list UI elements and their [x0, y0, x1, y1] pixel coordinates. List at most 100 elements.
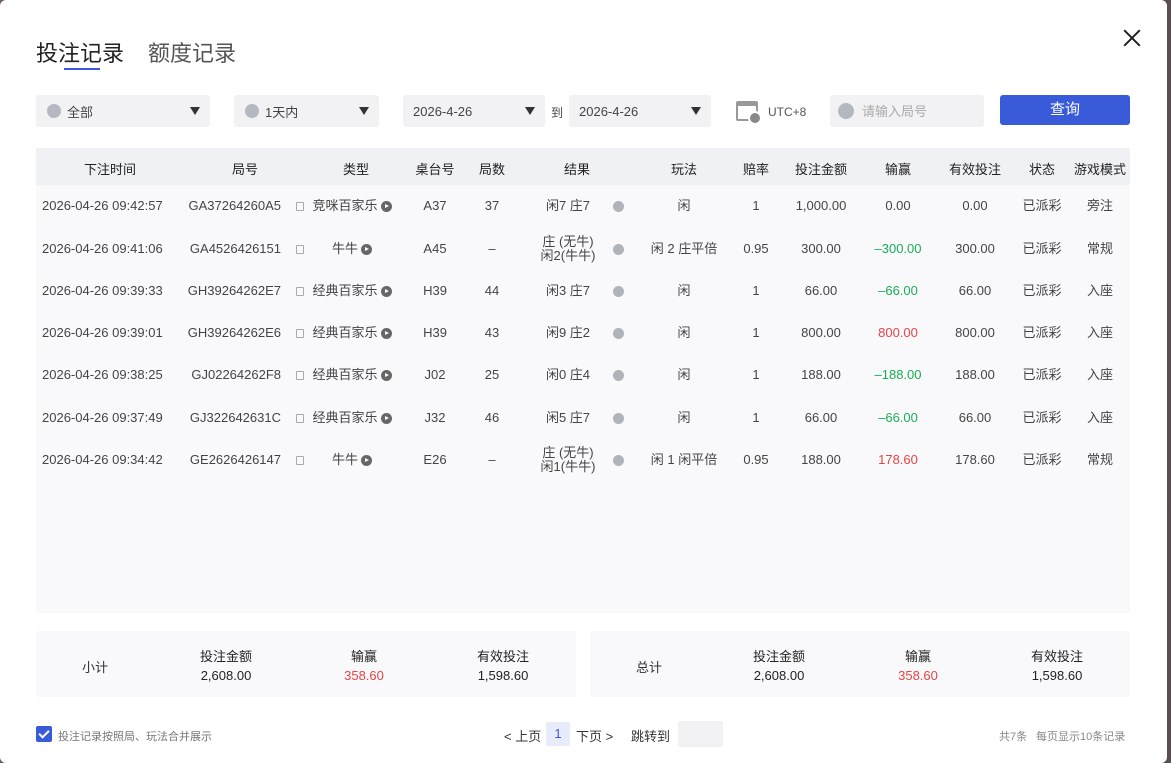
cell-play: 闲 2 庄平倍 [650, 241, 718, 256]
cell-result: 闲0 庄4 [545, 367, 591, 382]
table-row[interactable]: 2026-04-26 09:34:42 GE2626426147 牛牛 E26 – 庄 (… [36, 439, 1130, 481]
page-number-current[interactable]: 1 [546, 722, 570, 746]
info-icon[interactable] [613, 413, 624, 424]
per-page-info: 每页显示10条记录 [1036, 731, 1126, 743]
col-header-time: 下注时间 [83, 162, 137, 177]
cell-time: 2026-04-26 09:41:06 [42, 241, 163, 256]
caret-down-icon [359, 107, 369, 115]
cell-play: 闲 [677, 198, 691, 213]
copy-icon[interactable] [296, 371, 304, 380]
cell-bet: 800.00 [801, 325, 841, 340]
cell-count: 46 [484, 410, 500, 425]
query-button[interactable]: 查询 [1000, 95, 1130, 125]
cell-valid: 188.00 [955, 367, 995, 382]
cell-status: 已派彩 [1022, 241, 1062, 256]
cell-table: A37 [423, 198, 447, 213]
cell-type: 经典百家乐 [312, 325, 378, 340]
play-video-icon[interactable] [380, 328, 392, 339]
calendar-clock-icon[interactable] [736, 101, 762, 125]
subtotal-valid: 有效投注 1,598.60 [476, 649, 530, 683]
subtotal-bet: 投注金额 2,608.00 [199, 649, 253, 683]
cell-count: – [488, 452, 496, 467]
cell-win: –66.00 [878, 283, 918, 298]
cell-result: 闲7 庄7 [545, 198, 591, 213]
cell-count: 43 [484, 325, 500, 340]
total-valid: 有效投注 1,598.60 [1030, 649, 1084, 683]
cell-play: 闲 [677, 410, 691, 425]
play-video-icon[interactable] [361, 455, 372, 466]
cell-odds: 1 [752, 325, 760, 340]
cell-status: 已派彩 [1022, 198, 1062, 213]
cell-status: 已派彩 [1022, 283, 1062, 298]
close-icon[interactable] [1120, 26, 1144, 50]
cell-table: J32 [424, 410, 446, 425]
copy-icon[interactable] [296, 329, 304, 338]
play-video-icon[interactable] [361, 244, 372, 255]
col-header-win: 输赢 [884, 162, 912, 177]
spade-icon [47, 104, 61, 118]
copy-icon[interactable] [296, 287, 304, 296]
next-page-button[interactable]: 下页 > [576, 726, 613, 745]
merge-display-checkbox[interactable] [36, 726, 52, 742]
prev-page-button[interactable]: < 上页 [504, 726, 541, 745]
cell-win: 178.60 [878, 452, 918, 467]
cell-mode: 入座 [1086, 325, 1114, 340]
tab-bet-records[interactable]: 投注记录 [36, 36, 124, 70]
cell-time: 2026-04-26 09:39:33 [42, 283, 163, 298]
date-to-select[interactable]: 2026-4-26 [569, 95, 711, 127]
cell-bet: 66.00 [804, 410, 838, 425]
play-video-icon[interactable] [380, 370, 392, 381]
info-icon[interactable] [613, 455, 624, 466]
col-header-mode: 游戏模式 [1073, 162, 1127, 177]
play-video-icon[interactable] [380, 201, 392, 212]
cell-odds: 1 [752, 198, 760, 213]
info-icon[interactable] [613, 244, 624, 255]
copy-icon[interactable] [296, 202, 304, 211]
copy-icon[interactable] [296, 245, 304, 254]
table-row[interactable]: 2026-04-26 09:38:25 GJ02264262F8 经典百家乐 J02 2… [36, 354, 1130, 396]
cell-count: – [488, 241, 496, 256]
total-bet: 投注金额 2,608.00 [752, 649, 806, 683]
round-search-field[interactable] [830, 95, 984, 127]
cell-result: 闲5 庄7 [545, 410, 591, 425]
info-icon[interactable] [613, 370, 624, 381]
table-row[interactable]: 2026-04-26 09:39:33 GH39264262E7 经典百家乐 H39 4… [36, 270, 1130, 312]
cell-odds: 1 [752, 367, 760, 382]
date-range-separator: 到 [551, 106, 564, 120]
total-label: 总计 [636, 660, 663, 675]
cell-play: 闲 [677, 325, 691, 340]
info-icon[interactable] [613, 328, 624, 339]
copy-icon[interactable] [296, 414, 304, 423]
play-video-icon[interactable] [380, 286, 392, 297]
round-number-input[interactable] [862, 103, 972, 119]
table-row[interactable]: 2026-04-26 09:41:06 GA4526426151 牛牛 A45 – 庄 (… [36, 228, 1130, 270]
period-filter-select[interactable]: 1天内 [234, 95, 379, 127]
date-from-select[interactable]: 2026-4-26 [403, 95, 545, 127]
cell-time: 2026-04-26 09:38:25 [42, 367, 163, 382]
play-video-icon[interactable] [380, 413, 392, 424]
bet-records-table: 下注时间 局号 类型 桌台号 局数 结果 玩法 赔率 投注金额 输赢 有效投注 … [36, 148, 1130, 613]
table-row[interactable]: 2026-04-26 09:37:49 GJ322642631C 经典百家乐 J32 4… [36, 397, 1130, 439]
table-row[interactable]: 2026-04-26 09:42:57 GA37264260A5 竞咪百家乐 A37 3… [36, 185, 1130, 227]
game-filter-select[interactable]: 全部 [36, 95, 210, 127]
copy-icon[interactable] [296, 456, 304, 465]
tab-credit-records[interactable]: 额度记录 [148, 36, 236, 70]
info-icon[interactable] [613, 286, 624, 297]
cell-valid: 66.00 [958, 410, 992, 425]
cell-bet: 1,000.00 [795, 198, 847, 213]
col-header-valid: 有效投注 [948, 162, 1002, 177]
cell-mode: 常规 [1086, 452, 1114, 467]
table-row[interactable]: 2026-04-26 09:39:01 GH39264262E6 经典百家乐 H39 4… [36, 312, 1130, 354]
info-icon[interactable] [613, 201, 624, 212]
cell-round: GH39264262E7 [187, 283, 281, 298]
timezone-label: UTC+8 [768, 105, 807, 119]
cell-odds: 0.95 [743, 452, 769, 467]
cell-bet: 188.00 [801, 367, 841, 382]
cell-type: 经典百家乐 [312, 410, 378, 425]
cell-status: 已派彩 [1022, 452, 1062, 467]
cell-table: H39 [423, 325, 447, 340]
cell-type: 牛牛 [331, 452, 359, 467]
caret-down-icon [525, 107, 535, 115]
cell-time: 2026-04-26 09:42:57 [42, 198, 163, 213]
jump-page-input[interactable] [678, 721, 723, 747]
